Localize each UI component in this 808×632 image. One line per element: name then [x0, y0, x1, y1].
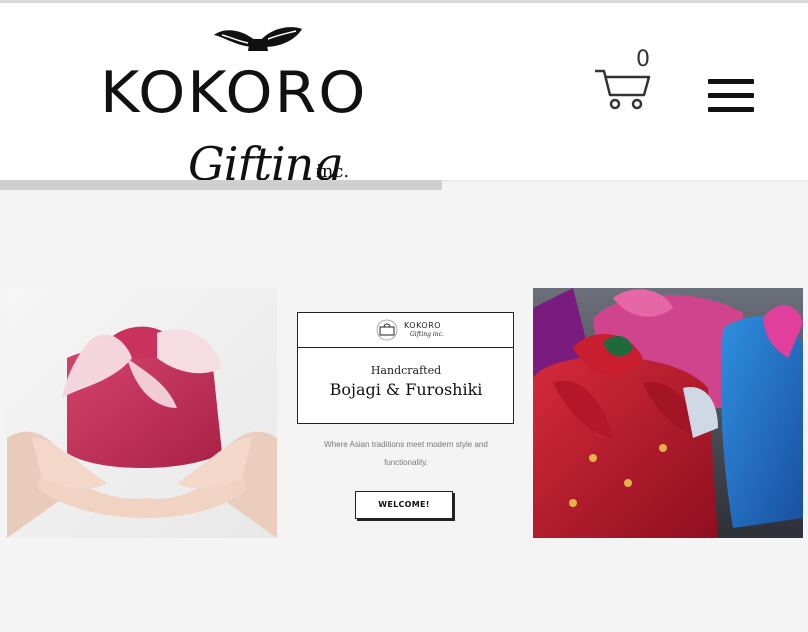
- brand-suffix: inc.: [316, 161, 350, 182]
- brand-name: KOKORO: [100, 59, 368, 127]
- card-brand-sub: Gifting inc.: [410, 331, 444, 338]
- welcome-button[interactable]: WELCOME!: [355, 491, 453, 519]
- heading-small: Handcrafted: [370, 364, 442, 377]
- tagline-line-1: Where Asian traditions meet modern style…: [324, 440, 488, 449]
- cart-button[interactable]: 0: [594, 47, 654, 113]
- site-header: KOKORO Gifting inc. 0: [0, 0, 808, 187]
- gift-box-icon: [376, 319, 398, 341]
- tagline: Where Asian traditions meet modern style…: [296, 436, 516, 472]
- heading-large: Bojagi & Furoshiki: [329, 380, 483, 399]
- card-header: KOKORO Gifting inc.: [298, 313, 513, 348]
- menu-icon[interactable]: [708, 79, 754, 113]
- bow-icon: [214, 27, 302, 51]
- tagline-line-2: functionality.: [384, 458, 428, 467]
- intro-panel: KOKORO Gifting inc. Handcrafted Bojagi &…: [296, 310, 516, 540]
- card-brand: KOKORO: [404, 321, 442, 330]
- header-underbar: [0, 180, 442, 190]
- hands-gift-image: [7, 288, 277, 538]
- cart-icon: [595, 69, 651, 110]
- wrapped-gifts-image: [533, 288, 803, 538]
